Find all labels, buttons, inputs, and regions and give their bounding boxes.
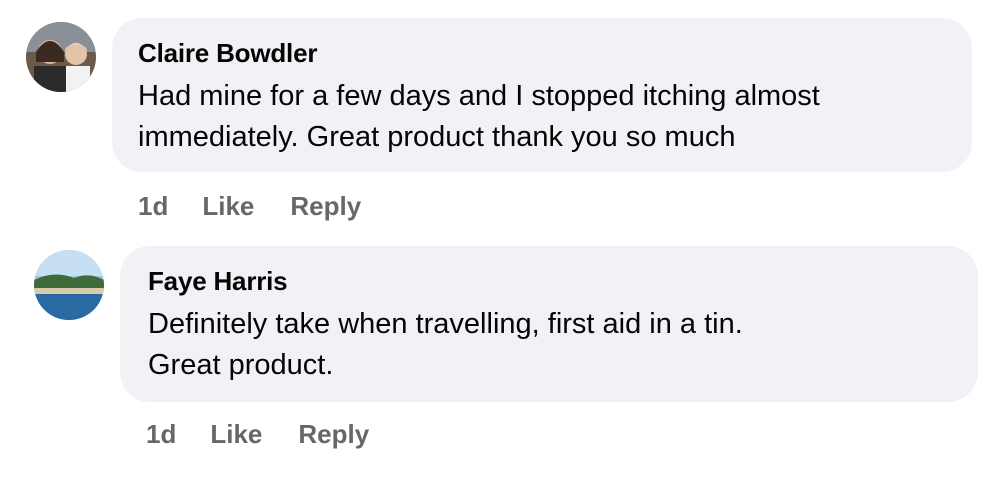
comment-actions: 1d Like Reply [138, 191, 361, 222]
comment-text-line: Had mine for a few days and I stopped it… [138, 80, 820, 112]
comment-text-line: immediately. Great product thank you so … [138, 121, 736, 153]
avatar-photo [26, 22, 96, 92]
like-button[interactable]: Like [210, 419, 262, 450]
comment-text: Had mine for a few days and I stopped it… [138, 76, 944, 158]
comment-bubble: Claire Bowdler Had mine for a few days a… [112, 18, 972, 172]
reply-button[interactable]: Reply [298, 419, 369, 450]
avatar[interactable] [26, 22, 96, 92]
comment-text-line: Great product. [148, 349, 334, 381]
avatar[interactable] [34, 250, 104, 320]
reply-button[interactable]: Reply [290, 191, 361, 222]
comment-item: Claire Bowdler Had mine for a few days a… [0, 0, 1000, 240]
comment-text: Definitely take when travelling, first a… [148, 304, 950, 386]
comment-bubble: Faye Harris Definitely take when travell… [120, 246, 978, 402]
comment-actions: 1d Like Reply [146, 419, 369, 450]
like-button[interactable]: Like [202, 191, 254, 222]
comment-author[interactable]: Claire Bowdler [138, 38, 944, 68]
comment-timestamp[interactable]: 1d [146, 419, 176, 450]
comment-author[interactable]: Faye Harris [148, 266, 950, 296]
avatar-photo [34, 250, 104, 320]
comment-text-line: Definitely take when travelling, first a… [148, 308, 743, 340]
comment-timestamp[interactable]: 1d [138, 191, 168, 222]
comment-item: Faye Harris Definitely take when travell… [0, 240, 1000, 480]
